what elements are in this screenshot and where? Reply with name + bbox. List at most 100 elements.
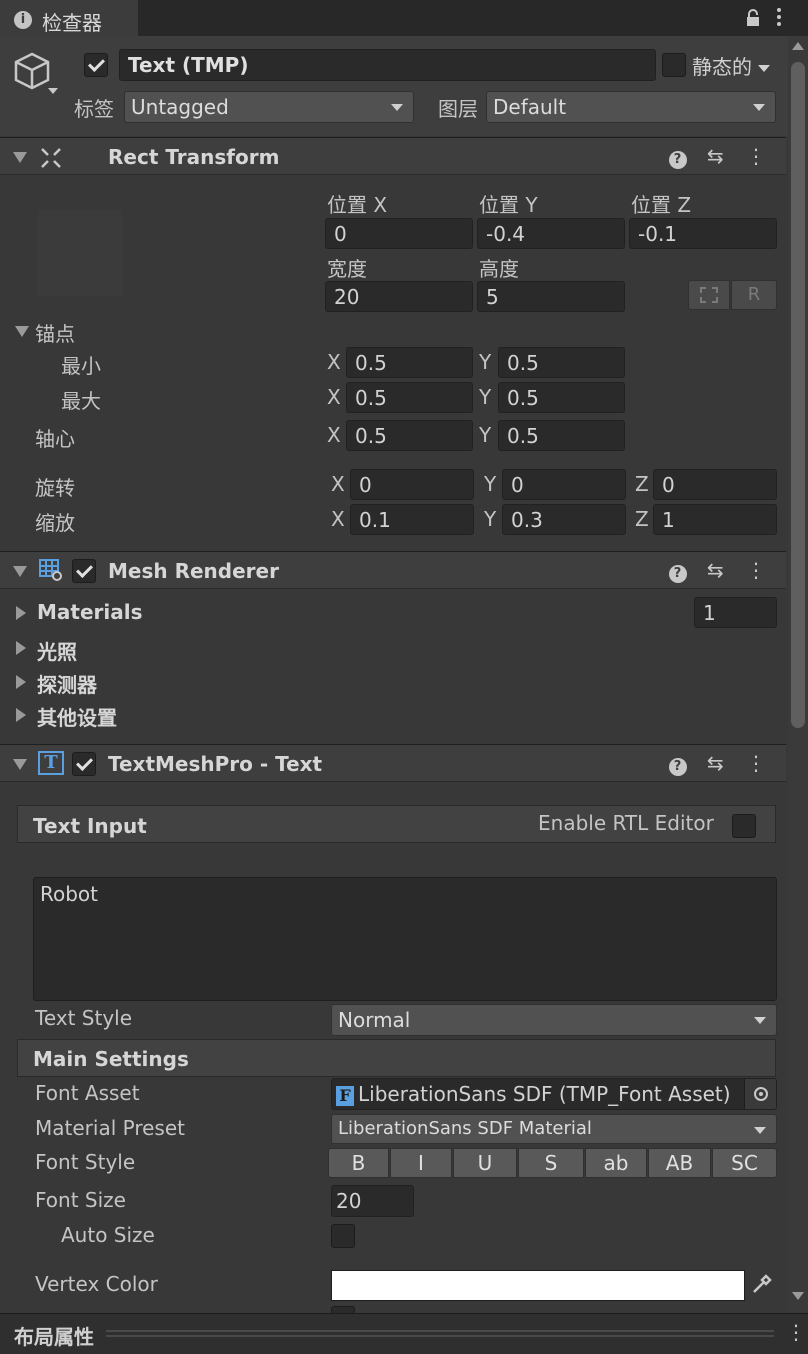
- materials-label[interactable]: Materials: [37, 600, 143, 624]
- foldout-arrow-icon[interactable]: [13, 566, 27, 577]
- text-style-dropdown[interactable]: Normal: [331, 1004, 777, 1036]
- height-field[interactable]: 5: [477, 281, 625, 312]
- chevron-down-icon[interactable]: [48, 88, 58, 94]
- pivot-y-field[interactable]: 0.5: [498, 420, 625, 451]
- mesh-renderer-enabled-checkbox[interactable]: [72, 559, 96, 583]
- font-size-field[interactable]: 20: [331, 1185, 414, 1217]
- rect-transform-icon: [40, 147, 62, 174]
- header-icons: ? ⇆ ⋮: [668, 144, 766, 169]
- lighting-foldout-icon[interactable]: [16, 641, 26, 655]
- preset-icon[interactable]: ⇆: [707, 558, 724, 582]
- mesh-renderer-header[interactable]: Mesh Renderer ? ⇆ ⋮: [0, 551, 786, 589]
- materials-count-field[interactable]: 1: [694, 597, 777, 628]
- font-style-bold-button[interactable]: B: [328, 1148, 389, 1178]
- chevron-down-icon: [754, 1017, 766, 1024]
- font-style-smallcaps-button[interactable]: SC: [712, 1148, 777, 1178]
- scale-z-field[interactable]: 1: [653, 504, 777, 535]
- layer-dropdown[interactable]: Default: [486, 91, 776, 123]
- probes-label[interactable]: 探测器: [37, 669, 97, 698]
- font-style-underline-button[interactable]: U: [453, 1148, 517, 1178]
- font-style-strikethrough-button[interactable]: S: [518, 1148, 584, 1178]
- object-picker-icon[interactable]: [744, 1079, 776, 1109]
- tab-inspector[interactable]: i 检查器: [0, 0, 138, 37]
- tag-label: 标签: [74, 97, 114, 121]
- static-label[interactable]: 静态的: [692, 51, 771, 80]
- text-style-label: Text Style: [35, 1006, 133, 1030]
- foldout-arrow-icon[interactable]: [13, 759, 27, 770]
- pos-z-field[interactable]: -0.1: [629, 218, 777, 249]
- anchor-max-x-field[interactable]: 0.5: [346, 382, 473, 413]
- eyedropper-icon[interactable]: [750, 1272, 774, 1301]
- header-icons: ? ⇆ ⋮: [668, 558, 766, 583]
- other-settings-foldout-icon[interactable]: [16, 708, 26, 722]
- layer-value: Default: [493, 95, 567, 119]
- rect-transform-header[interactable]: Rect Transform ? ⇆ ⋮: [0, 137, 786, 175]
- context-menu-icon[interactable]: ⋮: [746, 751, 766, 775]
- auto-size-label: Auto Size: [61, 1223, 155, 1247]
- vertex-color-swatch[interactable]: [331, 1270, 745, 1301]
- scroll-up-icon[interactable]: [792, 42, 804, 50]
- blueprint-mode-button[interactable]: [688, 280, 730, 310]
- lighting-label[interactable]: 光照: [37, 636, 77, 665]
- pos-x-field[interactable]: 0: [325, 218, 473, 249]
- rtl-editor-checkbox[interactable]: [732, 814, 756, 838]
- axis-x-label: X: [331, 472, 345, 496]
- anchor-max-label: 最大: [61, 389, 101, 413]
- font-asset-field[interactable]: F LiberationSans SDF (TMP_Font Asset): [331, 1078, 777, 1110]
- other-settings-label[interactable]: 其他设置: [37, 702, 117, 731]
- anchors-label[interactable]: 锚点: [35, 318, 75, 347]
- drag-handle[interactable]: [106, 1330, 774, 1337]
- auto-size-checkbox[interactable]: [331, 1224, 355, 1248]
- materials-foldout-icon[interactable]: [16, 606, 26, 620]
- chevron-down-icon: [391, 104, 403, 111]
- tmp-enabled-checkbox[interactable]: [72, 752, 96, 776]
- rotation-z-field[interactable]: 0: [653, 469, 777, 500]
- object-name-field[interactable]: Text (TMP): [119, 49, 656, 81]
- material-preset-dropdown[interactable]: LiberationSans SDF Material: [331, 1114, 777, 1144]
- axis-x-label: X: [327, 423, 341, 447]
- scrollbar-thumb[interactable]: [791, 62, 805, 728]
- scrollbar-track[interactable]: [788, 36, 808, 1312]
- scale-x-field[interactable]: 0.1: [350, 504, 474, 535]
- anchor-max-y-field[interactable]: 0.5: [498, 382, 625, 413]
- text-input-area[interactable]: Robot: [33, 877, 777, 1001]
- scroll-down-icon[interactable]: [792, 1292, 804, 1300]
- blueprint-preview[interactable]: [38, 210, 122, 296]
- probes-foldout-icon[interactable]: [16, 675, 26, 689]
- tmp-header[interactable]: T TextMeshPro - Text ? ⇆ ⋮: [0, 744, 786, 782]
- menu-icon[interactable]: [776, 6, 782, 28]
- static-checkbox[interactable]: [662, 53, 686, 77]
- footer-bar[interactable]: 布局属性 ⋮: [0, 1313, 808, 1354]
- text-input-label: Text Input: [33, 814, 147, 838]
- help-icon[interactable]: ?: [668, 151, 687, 169]
- anchor-min-y-field[interactable]: 0.5: [498, 347, 625, 378]
- material-preset-value: LiberationSans SDF Material: [338, 1118, 592, 1139]
- anchor-min-x-field[interactable]: 0.5: [346, 347, 473, 378]
- preset-icon[interactable]: ⇆: [707, 144, 724, 168]
- rotation-y-field[interactable]: 0: [502, 469, 626, 500]
- rtl-editor-label: Enable RTL Editor: [538, 811, 714, 835]
- width-field[interactable]: 20: [325, 281, 473, 312]
- help-icon[interactable]: ?: [668, 758, 687, 776]
- font-style-lowercase-button[interactable]: ab: [585, 1148, 647, 1178]
- raw-edit-button[interactable]: R: [731, 280, 777, 310]
- pivot-x-field[interactable]: 0.5: [346, 420, 473, 451]
- help-icon[interactable]: ?: [668, 565, 687, 583]
- tab-label: 检查器: [42, 11, 102, 35]
- scale-y-field[interactable]: 0.3: [502, 504, 626, 535]
- lock-icon[interactable]: [746, 8, 760, 26]
- anchors-foldout-icon[interactable]: [15, 326, 29, 337]
- font-style-italic-button[interactable]: I: [390, 1148, 452, 1178]
- font-style-uppercase-button[interactable]: AB: [648, 1148, 711, 1178]
- foldout-arrow-icon[interactable]: [13, 152, 27, 163]
- preset-icon[interactable]: ⇆: [707, 751, 724, 775]
- axis-x-label: X: [327, 350, 341, 374]
- active-checkbox[interactable]: [84, 53, 108, 77]
- tag-value: Untagged: [131, 95, 229, 119]
- pos-y-field[interactable]: -0.4: [477, 218, 625, 249]
- tag-dropdown[interactable]: Untagged: [124, 91, 414, 123]
- context-menu-icon[interactable]: ⋮: [746, 558, 766, 582]
- context-menu-icon[interactable]: ⋮: [786, 1320, 806, 1344]
- rotation-x-field[interactable]: 0: [350, 469, 474, 500]
- context-menu-icon[interactable]: ⋮: [746, 144, 766, 168]
